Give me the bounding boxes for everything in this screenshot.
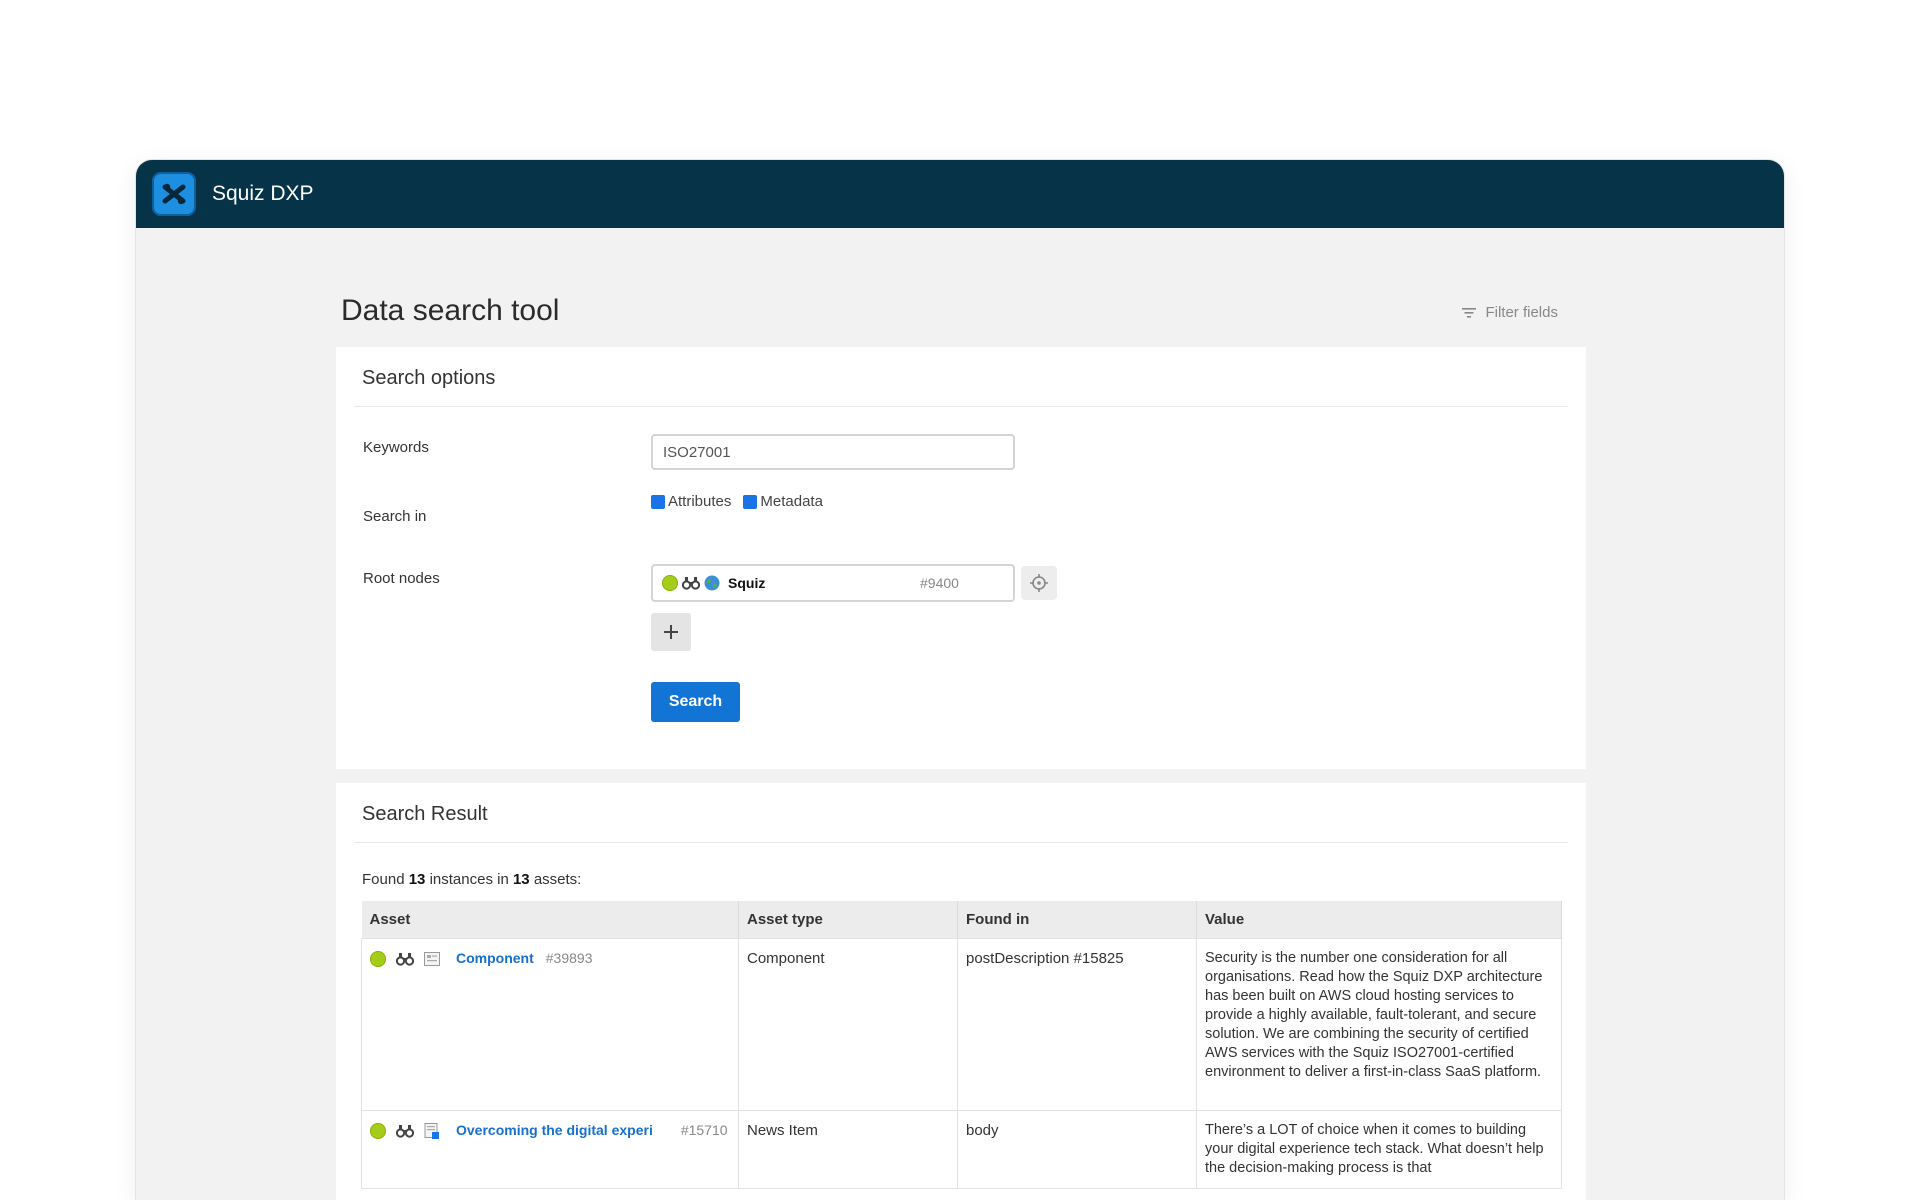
- search-options-panel: Search options Keywords Search in Attrib…: [336, 347, 1586, 769]
- page-title: Data search tool: [341, 294, 560, 327]
- results-table: Asset Asset type Found in Value Componen…: [361, 901, 1562, 1189]
- column-header-value[interactable]: Value: [1196, 901, 1562, 939]
- search-button[interactable]: Search: [651, 682, 740, 722]
- column-header-found-in[interactable]: Found in: [957, 901, 1197, 939]
- squiz-logo-icon[interactable]: [152, 172, 196, 216]
- instances-text: instances in: [429, 871, 509, 888]
- root-node-name: Squiz: [728, 575, 766, 591]
- add-root-node-button[interactable]: [651, 613, 691, 651]
- metadata-checkbox[interactable]: Metadata: [743, 493, 823, 510]
- table-row: Overcoming the digital experi #15710 New…: [361, 1110, 1562, 1189]
- component-icon: [424, 951, 440, 966]
- keywords-input[interactable]: [651, 434, 1015, 470]
- metadata-label: Metadata: [760, 493, 823, 510]
- filter-icon: [1462, 307, 1477, 318]
- status-live-icon: [662, 575, 678, 591]
- results-summary: Found 13 instances in 13 assets:: [362, 871, 581, 888]
- column-header-asset-type[interactable]: Asset type: [738, 901, 958, 939]
- page-header: Data search tool Filter fields: [336, 228, 1586, 333]
- asset-cell: Overcoming the digital experi #15710: [361, 1110, 739, 1189]
- plus-icon: [664, 625, 678, 639]
- search-options-title: Search options: [354, 347, 1568, 407]
- top-bar: Squiz DXP: [136, 160, 1784, 228]
- checkbox-checked-icon[interactable]: [743, 494, 758, 509]
- binoculars-icon: [396, 952, 414, 966]
- found-prefix: Found: [362, 871, 405, 888]
- found-in-cell: postDescription #15825: [957, 938, 1197, 1111]
- search-in-options: Attributes Metadata: [651, 493, 823, 510]
- root-node-field[interactable]: Squiz #9400: [651, 564, 1015, 602]
- asset-link[interactable]: Component: [456, 949, 534, 968]
- asset-type-cell: News Item: [738, 1110, 958, 1189]
- search-in-label: Search in: [363, 508, 427, 525]
- table-row: Component #39893 Component postDescripti…: [361, 938, 1562, 1111]
- asset-type-cell: Component: [738, 938, 958, 1111]
- status-live-icon: [370, 1122, 386, 1139]
- main-content: Data search tool Filter fields Search op…: [336, 228, 1586, 1200]
- asset-link[interactable]: Overcoming the digital experi: [456, 1121, 653, 1140]
- search-result-panel: Search Result Found 13 instances in 13 a…: [336, 783, 1586, 1200]
- site-globe-icon: [704, 575, 720, 591]
- root-node-id: #9400: [920, 575, 959, 591]
- search-result-title: Search Result: [354, 783, 1568, 843]
- assets-text: assets:: [533, 871, 582, 888]
- filter-fields-label: Filter fields: [1485, 304, 1558, 321]
- root-nodes-label: Root nodes: [363, 570, 440, 587]
- checkbox-checked-icon[interactable]: [651, 494, 665, 509]
- column-header-asset[interactable]: Asset: [361, 901, 739, 939]
- table-header-row: Asset Asset type Found in Value: [361, 901, 1562, 939]
- crosshair-icon: [1030, 574, 1048, 592]
- binoculars-icon: [396, 1124, 414, 1138]
- news-item-icon: [424, 1122, 440, 1139]
- status-live-icon: [370, 950, 386, 967]
- asset-id: #15710: [680, 1122, 728, 1138]
- attributes-label: Attributes: [668, 493, 732, 510]
- attributes-checkbox[interactable]: Attributes: [651, 493, 731, 510]
- asset-cell: Component #39893: [361, 938, 739, 1111]
- app-title: Squiz DXP: [212, 182, 314, 205]
- keywords-label: Keywords: [363, 439, 429, 456]
- instances-count: 13: [408, 871, 426, 888]
- binoculars-icon: [682, 576, 700, 590]
- asset-id: #39893: [545, 950, 593, 966]
- value-cell: Security is the number one consideration…: [1196, 938, 1562, 1111]
- pick-asset-button[interactable]: [1021, 566, 1057, 600]
- filter-fields-button[interactable]: Filter fields: [1461, 304, 1558, 321]
- assets-count: 13: [512, 871, 530, 888]
- app-window: Squiz DXP Data search tool Filter fields…: [136, 160, 1784, 1200]
- found-in-cell: body: [957, 1110, 1197, 1189]
- value-cell: There’s a LOT of choice when it comes to…: [1196, 1110, 1562, 1189]
